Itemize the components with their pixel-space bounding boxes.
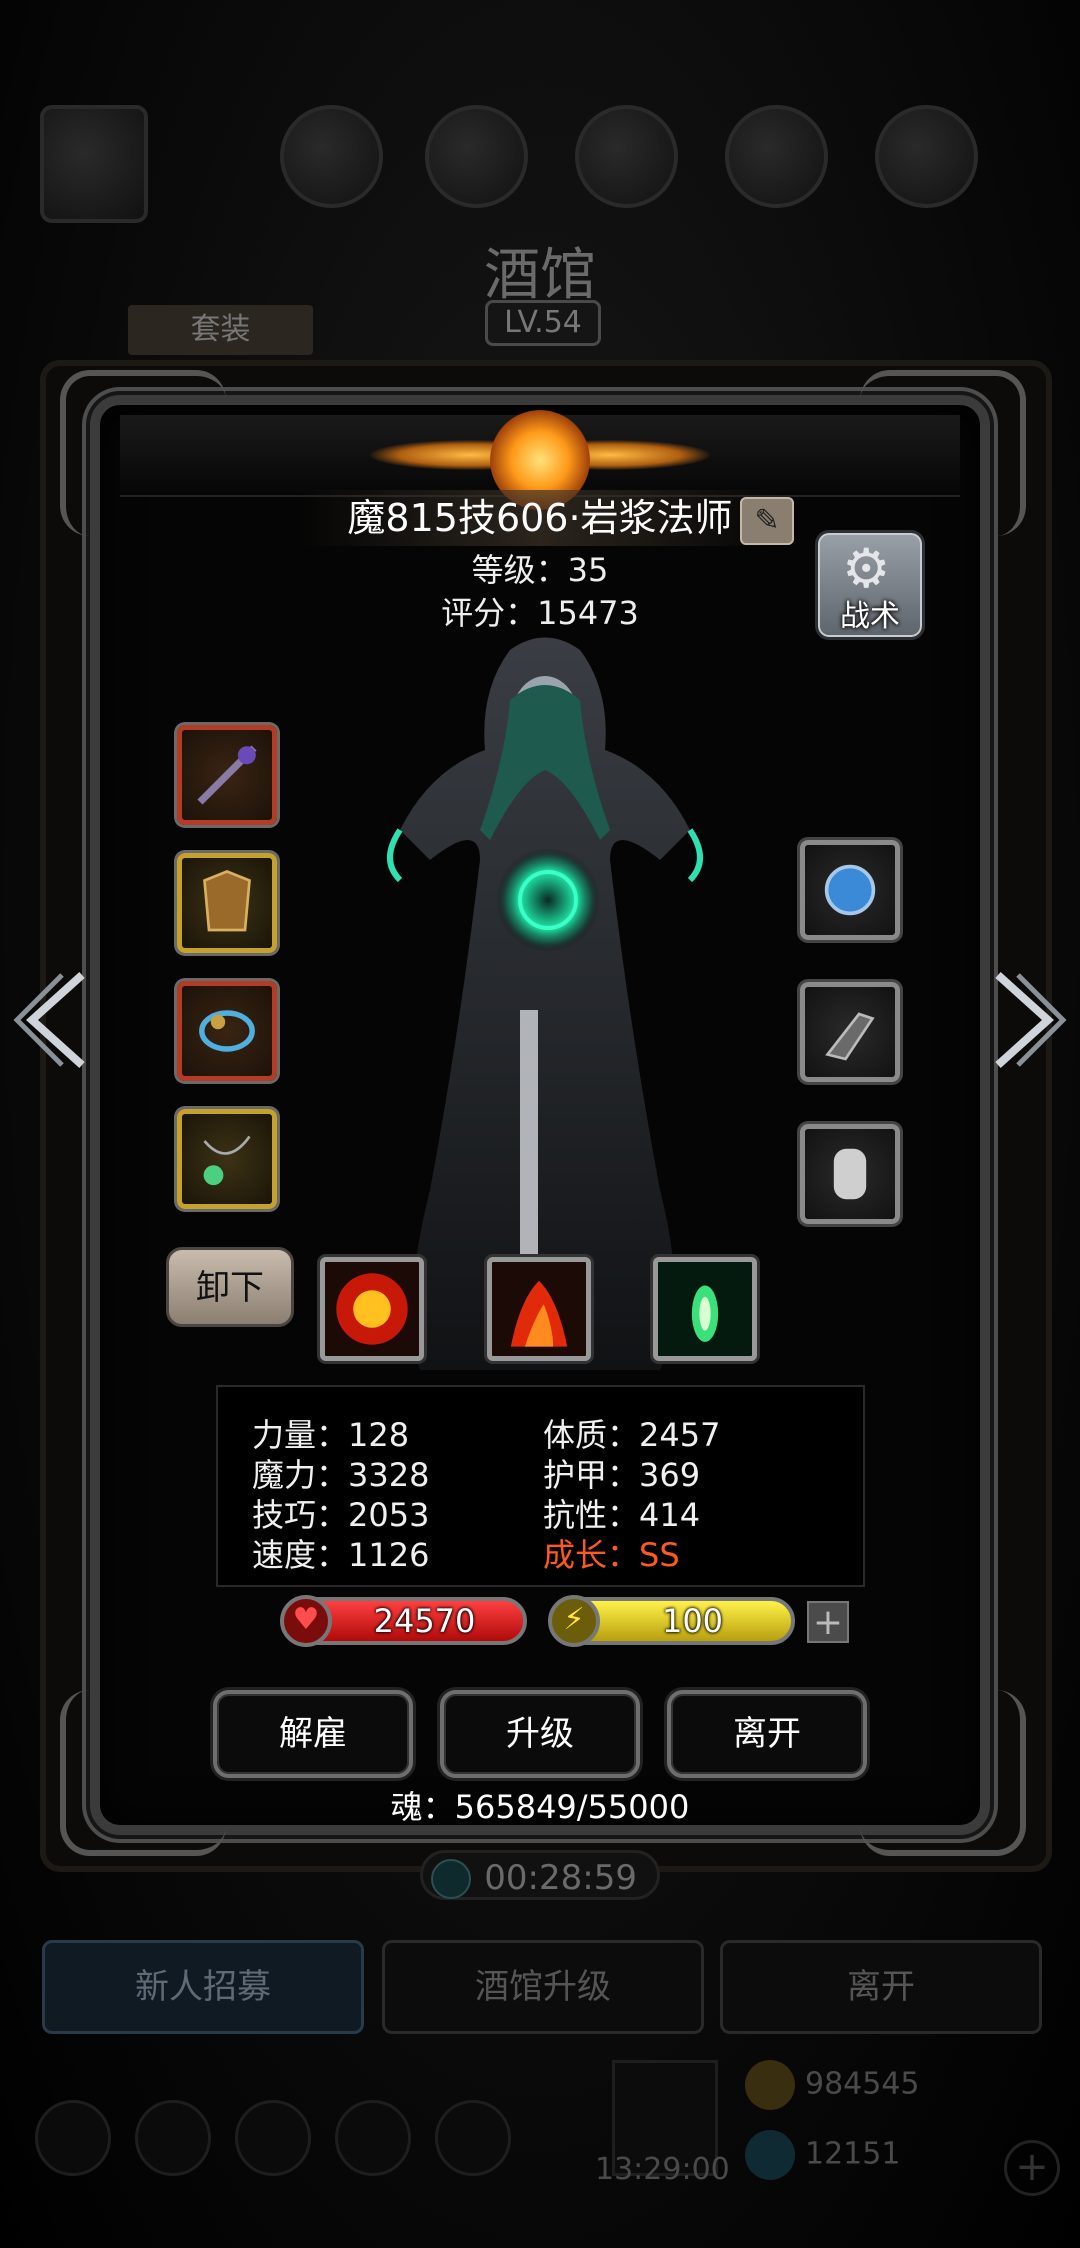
hero-portrait-icon	[40, 105, 148, 223]
menu-icon-4	[725, 105, 828, 208]
menu-icon-3	[575, 105, 678, 208]
staff-icon	[197, 745, 257, 805]
equip-slot-amulet[interactable]	[177, 1109, 277, 1209]
menu-icon-1	[280, 105, 383, 208]
tavern-level: LV.54	[485, 300, 601, 346]
hp-bar: ♥ 24570	[280, 1595, 527, 1647]
equip-slot-gauntlet[interactable]	[800, 982, 900, 1082]
hp-value: 24570	[373, 1602, 476, 1640]
bottom-icon-4	[335, 2100, 411, 2176]
tactics-label: 战术	[840, 599, 900, 634]
upgrade-button[interactable]: 升级	[440, 1690, 640, 1778]
leave-button[interactable]: 离开	[667, 1690, 867, 1778]
refresh-timer: 00:28:59	[420, 1850, 660, 1900]
gift-timer: 13:29:00	[595, 2152, 730, 2187]
soul-counter: 魂：565849/55000	[390, 1788, 690, 1826]
equip-slot-chainmail[interactable]	[800, 1124, 900, 1224]
tactics-button[interactable]: ⚙ 战术	[815, 530, 925, 640]
bottom-bar: 13:29:00 984545 12151 +	[0, 2060, 1080, 2210]
clock-icon	[431, 1859, 471, 1899]
tavern-upgrade-button: 酒馆升级	[382, 1940, 704, 2034]
menu-icon-2	[425, 105, 528, 208]
gear-icon: ⚙	[842, 537, 891, 600]
timer-text: 00:28:59	[484, 1858, 637, 1898]
skill-slot-3[interactable]	[653, 1257, 757, 1361]
energy-value: 100	[661, 1602, 724, 1640]
menu-icon-5	[875, 105, 978, 208]
equip-slot-weapon[interactable]	[177, 725, 277, 825]
equip-slot-ring[interactable]	[177, 981, 277, 1081]
gauntlet-icon	[825, 1012, 875, 1061]
amulet-icon	[203, 1135, 251, 1186]
equip-slot-armor[interactable]	[177, 853, 277, 953]
equip-slot-orb[interactable]	[800, 840, 900, 940]
tavern-leave-button: 离开	[720, 1940, 1042, 2034]
previous-hero-arrow-icon[interactable]	[12, 965, 92, 1075]
gold-resource: 984545	[745, 2060, 920, 2110]
frame-ornament-br	[860, 1690, 1026, 1856]
frame-ornament-tr	[860, 370, 1026, 536]
skill-slot-1[interactable]	[320, 1257, 424, 1361]
lightning-icon: ⚡	[548, 1595, 600, 1647]
gold-icon	[745, 2060, 795, 2110]
energy-bar: ⚡ 100	[548, 1595, 795, 1647]
gem-icon	[745, 2130, 795, 2180]
unequip-button[interactable]: 卸下	[166, 1247, 294, 1327]
stat-growth: 成长：SS	[543, 1536, 680, 1574]
top-menu-icons	[40, 100, 1040, 223]
heart-icon: ♥	[280, 1595, 332, 1647]
add-energy-button[interactable]: +	[807, 1601, 849, 1643]
chainmail-icon	[833, 1148, 867, 1200]
edit-name-icon[interactable]: ✎	[740, 497, 794, 545]
tavern-title: 酒馆	[484, 243, 596, 308]
gem-resource: 12151	[745, 2130, 900, 2180]
stat-speed: 速度：1126	[252, 1536, 430, 1574]
bottom-icon-5	[435, 2100, 511, 2176]
add-resource-icon: +	[1004, 2140, 1060, 2196]
frame-ornament-tl	[60, 370, 226, 536]
tab-set: 套装	[128, 305, 313, 355]
recruit-button: 新人招募	[42, 1940, 364, 2034]
dismiss-button[interactable]: 解雇	[213, 1690, 413, 1778]
flame-icon	[510, 1280, 568, 1347]
hero-name: 魔815技606·岩浆法师	[300, 490, 780, 546]
gem-amount: 12151	[805, 2136, 901, 2172]
bottom-icon-1	[35, 2100, 111, 2176]
frame-ornament-bl	[60, 1690, 226, 1856]
bottom-icon-2	[135, 2100, 211, 2176]
green-spirit-icon	[691, 1285, 719, 1342]
next-hero-arrow-icon[interactable]	[988, 965, 1068, 1075]
fire-burst-icon	[336, 1273, 408, 1345]
ring-icon	[199, 1010, 255, 1052]
bottom-icon-3	[235, 2100, 311, 2176]
gold-amount: 984545	[805, 2066, 920, 2102]
skill-slot-2[interactable]	[487, 1257, 591, 1361]
armor-icon	[203, 870, 251, 932]
orb-icon	[824, 864, 876, 916]
